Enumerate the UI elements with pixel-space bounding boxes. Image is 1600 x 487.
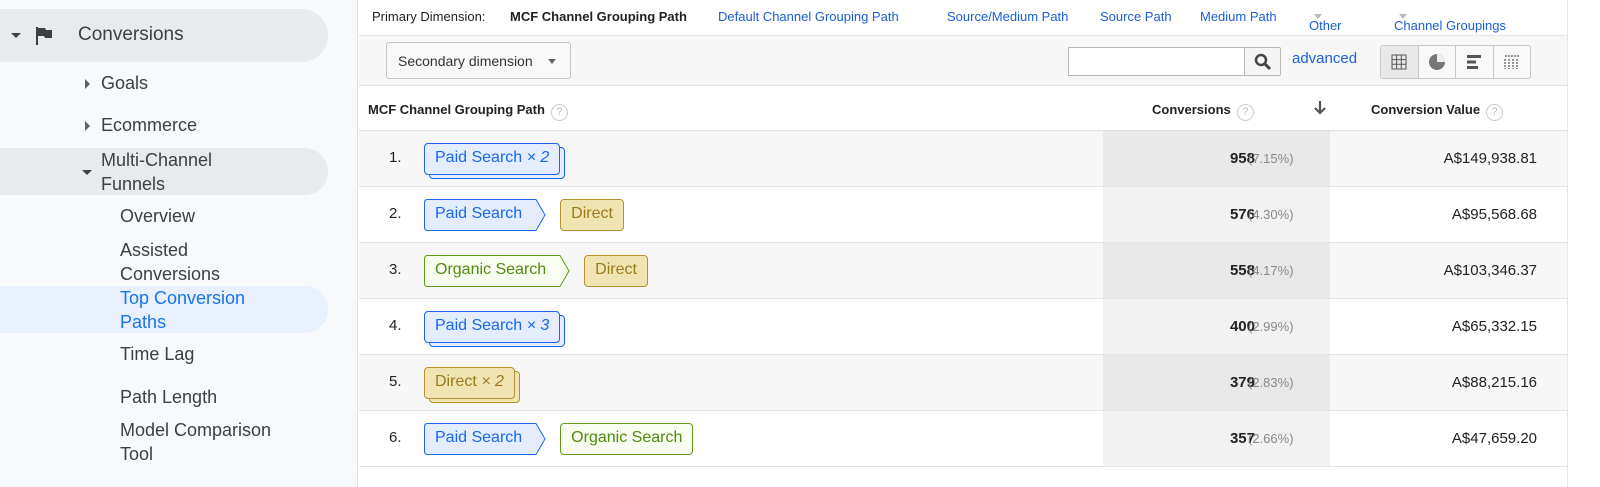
sidebar-item-time-lag[interactable]: Time Lag (120, 342, 194, 366)
table-header: MCF Channel Grouping Path? Conversions? … (359, 86, 1567, 131)
table-row[interactable]: 1. Paid Search × 2 958 (7.15%) A$149,938.8… (359, 131, 1567, 187)
link-default-channel-grouping-path[interactable]: Default Channel Grouping Path (718, 9, 899, 24)
table-row[interactable]: 4. Paid Search × 3 400 (2.99%) A$65,332.15 (359, 299, 1567, 355)
page-edge (1567, 0, 1600, 487)
advanced-filter-link[interactable]: advanced (1292, 50, 1357, 67)
conversions-value: 576 (1229, 206, 1255, 223)
sidebar-item-goals[interactable]: Goals (85, 71, 148, 95)
sidebar-item-conversions[interactable]: Conversions (0, 9, 328, 62)
other-dropdown[interactable]: Other (1309, 9, 1342, 33)
conversions-percent: (2.83%) (1248, 375, 1294, 390)
bar-view-icon[interactable] (1456, 46, 1494, 78)
column-header-conversions[interactable]: Conversions? (1152, 102, 1254, 121)
sidebar: Conversions Goals Ecommerce Multi-Channe… (0, 0, 358, 487)
table-toolbar: Secondary dimension advanced (359, 36, 1567, 86)
help-icon[interactable]: ? (1486, 104, 1504, 121)
sidebar-item-assisted-conversions[interactable]: Assisted Conversions (120, 238, 250, 286)
column-header-conversion-value[interactable]: Conversion Value? (1371, 102, 1504, 121)
conversions-percent: (7.15%) (1248, 151, 1294, 166)
table-row[interactable]: 6. Paid Search Organic Search 357 (2.66%) A… (359, 411, 1567, 467)
link-source-medium-path[interactable]: Source/Medium Path (947, 9, 1068, 24)
pie-view-icon[interactable] (1419, 46, 1456, 78)
link-source-path[interactable]: Source Path (1100, 9, 1172, 24)
conversion-value: A$95,568.68 (1451, 206, 1537, 223)
sidebar-item-top-conversion-paths[interactable]: Top Conversion Paths (0, 286, 328, 333)
help-icon[interactable]: ? (550, 104, 568, 121)
conversion-value: A$103,346.37 (1443, 262, 1537, 279)
comparison-view-icon[interactable] (1494, 46, 1531, 78)
search-button[interactable] (1244, 47, 1281, 76)
secondary-dimension-dropdown[interactable]: Secondary dimension (386, 42, 571, 79)
sidebar-item-path-length[interactable]: Path Length (120, 385, 217, 409)
caret-right-icon (85, 121, 90, 131)
sidebar-item-multi-channel-funnels[interactable]: Multi-Channel Funnels (0, 148, 328, 195)
conversions-value: 400 (1229, 318, 1255, 335)
conversions-percent: (4.30%) (1248, 207, 1294, 222)
sidebar-item-overview[interactable]: Overview (120, 204, 195, 228)
sort-descending-icon[interactable] (1313, 100, 1327, 116)
conversions-percent: (2.99%) (1248, 319, 1294, 334)
caret-down-icon (82, 170, 92, 175)
sidebar-item-model-comparison-tool[interactable]: Model Comparison Tool (120, 418, 290, 466)
conversion-value: A$47,659.20 (1451, 430, 1537, 447)
primary-dimension-bar: Primary Dimension: MCF Channel Grouping … (359, 0, 1567, 36)
conversions-value: 558 (1229, 262, 1255, 279)
conversions-value: 357 (1229, 430, 1255, 447)
caret-right-icon (85, 79, 90, 89)
table-row[interactable]: 3. Organic Search Direct 558 (4.17%) A$103,… (359, 243, 1567, 299)
table-row[interactable]: 2. Paid Search Direct 576 (4.30%) A$95,568.… (359, 187, 1567, 243)
primary-dimension-selected[interactable]: MCF Channel Grouping Path (510, 9, 687, 24)
sidebar-item-ecommerce[interactable]: Ecommerce (85, 113, 197, 137)
conversions-value: 379 (1229, 374, 1255, 391)
flag-icon (36, 27, 52, 45)
dropdown-arrow-icon (548, 59, 556, 64)
caret-down-icon (11, 33, 21, 38)
conversions-percent: (4.17%) (1248, 263, 1294, 278)
column-header-path[interactable]: MCF Channel Grouping Path? (368, 102, 568, 121)
conversion-value: A$149,938.81 (1443, 150, 1537, 167)
channel-groupings-dropdown[interactable]: Channel Groupings (1394, 9, 1506, 33)
conversion-value: A$65,332.15 (1451, 318, 1537, 335)
help-icon[interactable]: ? (1236, 104, 1254, 121)
conversion-value: A$88,215.16 (1451, 374, 1537, 391)
conversions-value: 958 (1229, 150, 1255, 167)
main-content: Primary Dimension: MCF Channel Grouping … (359, 0, 1600, 487)
table-search-input[interactable] (1068, 47, 1246, 76)
search-icon (1254, 53, 1272, 71)
view-switcher (1380, 45, 1531, 79)
conversions-percent: (2.66%) (1248, 431, 1294, 446)
table-view-icon[interactable] (1381, 46, 1419, 78)
link-medium-path[interactable]: Medium Path (1200, 9, 1277, 24)
table-row[interactable]: 5. Direct × 2 379 (2.83%) A$88,215.16 (359, 355, 1567, 411)
